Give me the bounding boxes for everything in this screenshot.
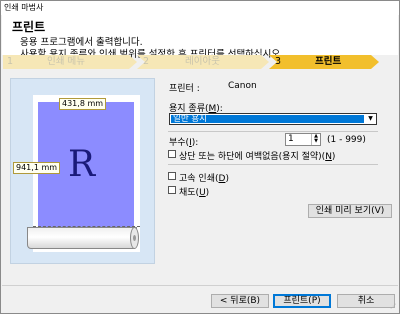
resize-grip-icon[interactable]: ⋰: [390, 303, 396, 310]
paper-type-dropdown[interactable]: 일반 용지 ▼: [169, 113, 377, 125]
copies-field[interactable]: 1 ▲ ▼: [285, 133, 321, 146]
page-title: 프린트: [12, 20, 46, 34]
saturation-label: 채도(U): [179, 188, 210, 198]
copies-spinner[interactable]: ▲ ▼: [311, 134, 320, 145]
step-label: 프린트: [315, 56, 342, 67]
step-number: 1: [7, 56, 14, 67]
step-label: 레이아웃: [185, 56, 220, 67]
no-margin-checkbox[interactable]: [168, 150, 176, 158]
copies-range: (1 - 999): [327, 135, 366, 145]
high-speed-print-label: 고속 인쇄(D): [179, 174, 229, 184]
back-button[interactable]: < 뒤로(B): [211, 294, 269, 308]
printer-label: 프린터 :: [169, 84, 200, 94]
high-speed-print-checkbox[interactable]: [168, 172, 176, 180]
printer-name: Canon: [228, 81, 257, 91]
separator: [168, 131, 378, 132]
step-number: 2: [143, 56, 150, 67]
no-margin-label: 상단 또는 하단에 여백없음(용지 절약)(N): [179, 152, 336, 162]
copies-value: 1: [288, 134, 294, 144]
wizard-steps: 1 인쇄 메뉴 2 레이아웃 3 프린트: [3, 55, 397, 69]
paper-type-selected: 일반 용지: [171, 115, 364, 123]
step-number: 3: [275, 56, 282, 67]
step-print-menu: 1 인쇄 메뉴: [3, 55, 137, 69]
preview-letter: R: [68, 144, 96, 185]
height-dimension-label: 941,1 mm: [13, 162, 61, 174]
window-title: 인쇄 마법사: [4, 3, 44, 12]
separator: [168, 164, 378, 165]
width-dimension-label: 431,8 mm: [59, 98, 107, 110]
paper-roll-icon: [27, 227, 137, 249]
paper-roll-core: [133, 235, 136, 241]
footer-separator: [2, 285, 398, 286]
saturation-checkbox[interactable]: [168, 186, 176, 194]
print-button[interactable]: 프린트(P): [273, 294, 331, 308]
cancel-button[interactable]: 취소: [337, 294, 395, 308]
print-preview-panel: R 431,8 mm 941,1 mm: [10, 78, 155, 264]
step-label: 인쇄 메뉴: [47, 56, 85, 67]
title-bar: 인쇄 마법사: [1, 1, 399, 15]
print-wizard-window: 인쇄 마법사 프린트 응용 프로그램에서 출력합니다. 사용할 용지 종류와 인…: [0, 0, 400, 314]
print-preview-button[interactable]: 인쇄 미리 보기(V): [308, 204, 392, 218]
chevron-down-icon[interactable]: ▼: [366, 115, 375, 123]
copies-label: 부수(I):: [169, 138, 199, 148]
step-print-current: 3 프린트: [269, 55, 379, 69]
step-layout: 2 레이아웃: [137, 55, 269, 69]
wizard-header: 프린트 응용 프로그램에서 출력합니다. 사용할 용지 종류와 인쇄 범위를 설…: [2, 15, 398, 60]
